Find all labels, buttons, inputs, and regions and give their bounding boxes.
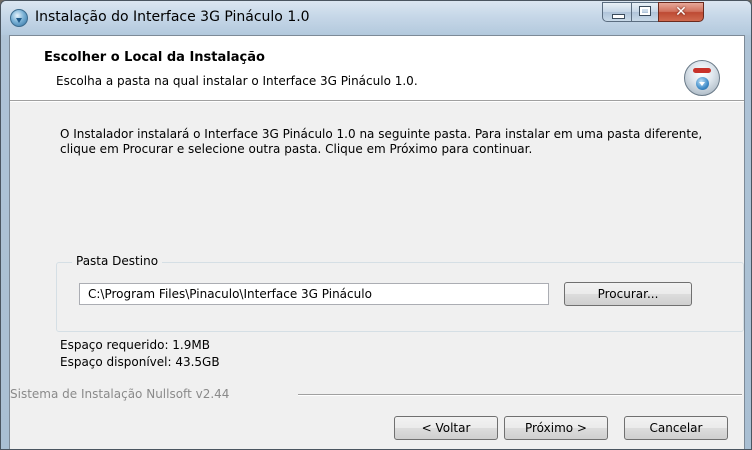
disc-label-band <box>693 68 711 73</box>
destination-group-label: Pasta Destino <box>72 254 163 268</box>
browse-button[interactable]: Procurar... <box>564 282 692 306</box>
window-title: Instalação do Interface 3G Pináculo 1.0 <box>35 9 310 25</box>
page-title: Escolher o Local da Instalação <box>44 50 265 65</box>
space-available-text: Espaço disponível: 43.5GB <box>60 355 220 369</box>
wizard-header: Escolher o Local da Instalação Escolha a… <box>10 36 744 101</box>
maximize-icon <box>639 6 651 16</box>
download-arrow-icon <box>696 77 709 90</box>
cancel-button[interactable]: Cancelar <box>624 416 728 440</box>
instructions-text: O Instalador instalará o Interface 3G Pi… <box>60 127 703 156</box>
page-subtitle: Escolha a pasta na qual instalar o Inter… <box>56 74 418 88</box>
destination-path-input[interactable]: C:\Program Files\Pinaculo\Interface 3G P… <box>79 283 549 305</box>
close-button[interactable]: ✕ <box>658 2 704 22</box>
installer-window: Instalação do Interface 3G Pináculo 1.0 … <box>0 0 752 450</box>
close-icon: ✕ <box>675 4 687 20</box>
minimize-button[interactable] <box>602 2 632 22</box>
nsis-branding-text: Sistema de Instalação Nullsoft v2.44 <box>10 387 230 401</box>
maximize-button[interactable] <box>631 2 659 22</box>
installer-disc-icon <box>684 60 720 96</box>
back-button[interactable]: < Voltar <box>394 416 498 440</box>
next-button[interactable]: Próximo > <box>504 416 608 440</box>
branding-divider <box>298 394 742 396</box>
dialog-client-area: Escolher o Local da Instalação Escolha a… <box>9 35 745 449</box>
minimize-icon <box>612 14 625 19</box>
installer-app-icon <box>10 9 28 27</box>
space-required-text: Espaço requerido: 1.9MB <box>60 338 210 352</box>
title-bar[interactable]: Instalação do Interface 3G Pináculo 1.0 … <box>1 1 751 35</box>
